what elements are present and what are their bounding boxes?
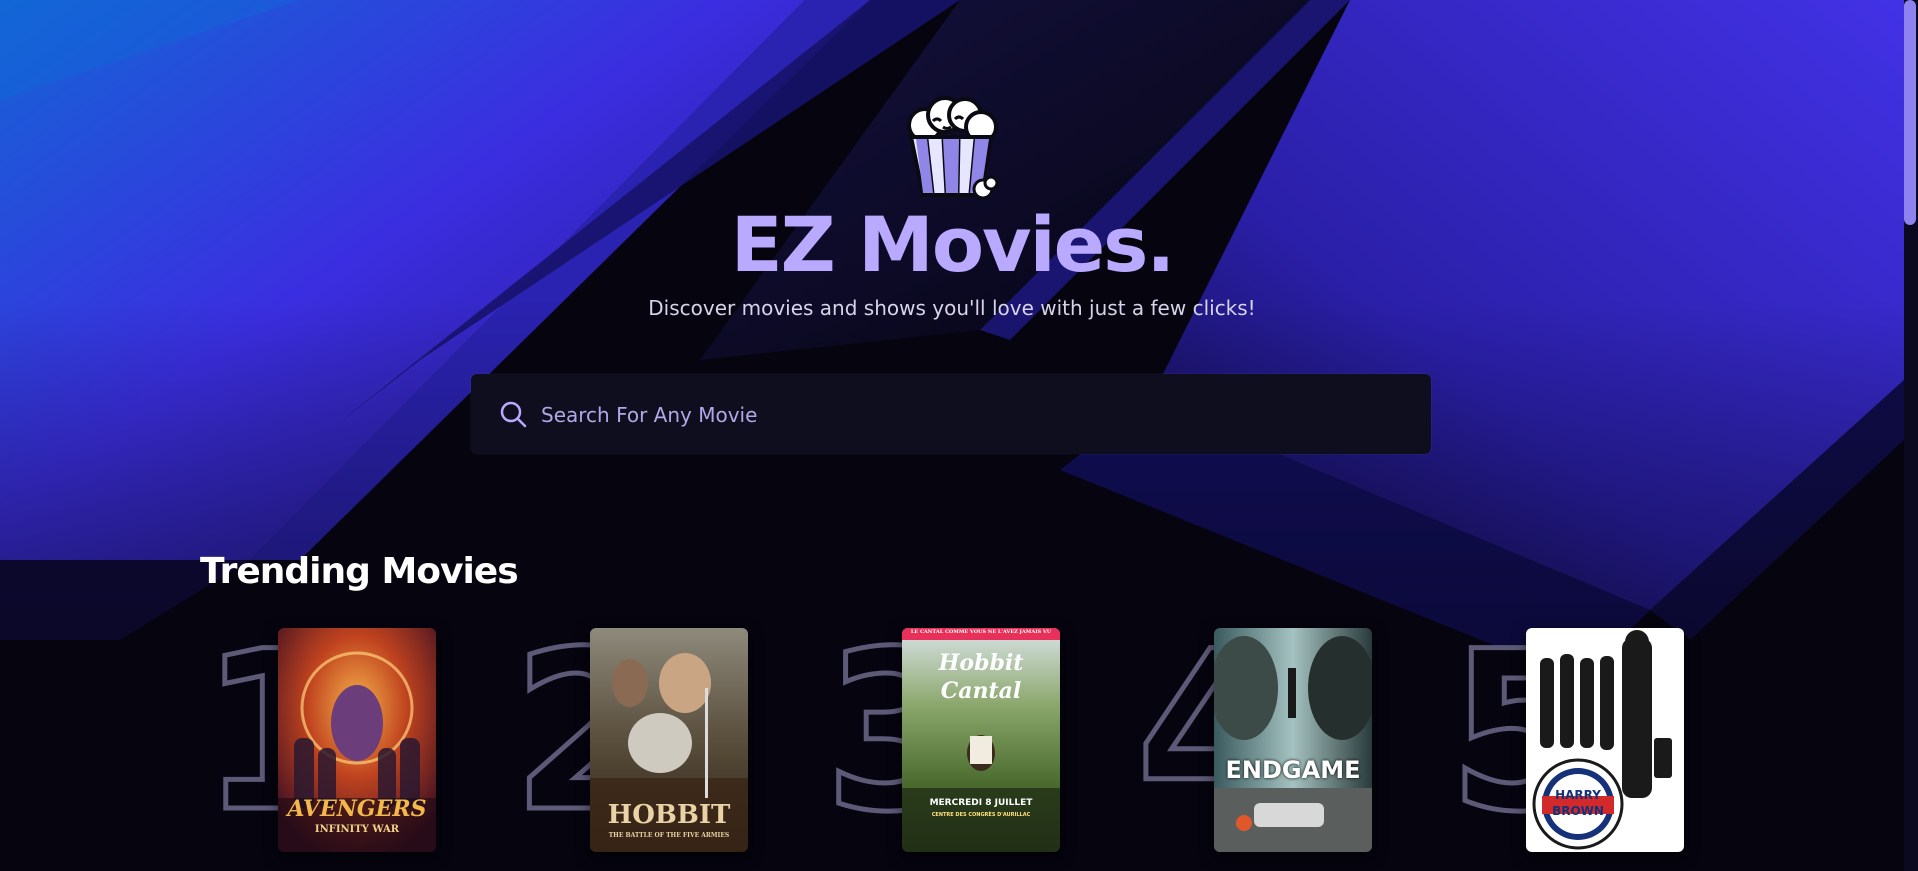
poster-title: ENDGAME (1225, 756, 1361, 784)
poster-title: AVENGERS (287, 796, 427, 822)
trending-item[interactable]: 5 HARRY BROWN (1445, 600, 1728, 871)
trending-item[interactable]: 2 HOBBIT THE BATTLE OF THE FIVE ARMIES (509, 600, 792, 871)
search-icon[interactable] (499, 400, 527, 428)
poster-venue: CENTRE DES CONGRÈS D'AURILLAC (931, 812, 1031, 818)
poster-subtitle: THE BATTLE OF THE FIVE ARMIES (608, 832, 730, 839)
poster-title: HARRY (1555, 788, 1601, 802)
poster-subtitle: Cantal (940, 678, 1022, 704)
poster-subtitle: BROWN (1552, 804, 1604, 818)
poster-title: Hobbit (938, 650, 1024, 676)
trending-item[interactable]: 1 AVENGERS INFINITY WAR (197, 600, 480, 871)
movie-poster[interactable]: HOBBIT THE BATTLE OF THE FIVE ARMIES (590, 628, 748, 852)
poster-date: MERCREDI 8 JUILLET (929, 798, 1033, 808)
brand-title: EZ Movies. (730, 200, 1176, 289)
trending-list: 1 AVENGERS INFINITY WAR 2 HOBBIT THE BAT… (0, 600, 1904, 871)
tagline: Discover movies and shows you'll love wi… (648, 296, 1256, 320)
poster-title: HOBBIT (607, 800, 731, 830)
trending-item[interactable]: 3 LE CANTAL COMME VOUS NE L'AVEZ JAMAIS … (821, 600, 1104, 871)
movie-poster[interactable]: LE CANTAL COMME VOUS NE L'AVEZ JAMAIS VU… (902, 628, 1060, 852)
poster-subtitle: INFINITY WAR (314, 824, 400, 835)
movie-poster[interactable]: AVENGERS INFINITY WAR (278, 628, 436, 852)
trending-item[interactable]: 4 ENDGAME (1133, 600, 1416, 871)
search-input[interactable] (539, 392, 1403, 438)
poster-banner: LE CANTAL COMME VOUS NE L'AVEZ JAMAIS VU (910, 629, 1052, 635)
popcorn-icon (903, 95, 999, 203)
trending-title: Trending Movies (200, 551, 519, 592)
search-bar[interactable] (471, 374, 1431, 454)
page: EZ Movies. Discover movies and shows you… (0, 0, 1918, 871)
scrollbar-thumb[interactable] (1904, 0, 1916, 225)
movie-poster[interactable]: ENDGAME (1214, 628, 1372, 852)
movie-poster[interactable]: HARRY BROWN (1526, 628, 1684, 852)
